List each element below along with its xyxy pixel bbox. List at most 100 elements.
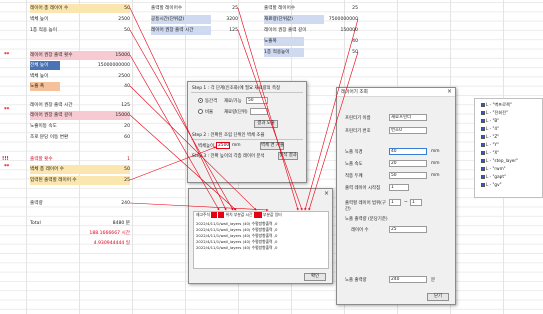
tree-item-label: L - "gv" [486,182,502,187]
sheet-value[interactable]: 40 [320,37,358,46]
log-col-time: 시간 [245,212,253,217]
sheet-value[interactable]: 50 [100,4,130,13]
sheet-cell[interactable]: 벽체 높이 [30,15,90,24]
tree-item[interactable]: L - "gv" [481,181,502,188]
range-start-input[interactable]: 1 [389,199,401,206]
sheet-cell[interactable]: 레이어 권장 출력 깊이 [264,26,324,35]
nozzle-output-input[interactable]: 240 [389,276,427,283]
tree-item[interactable]: L - "X" [481,149,499,156]
tree-item[interactable]: L - "gapt" [481,173,506,180]
tree-item[interactable]: L - "벽프로젝" [481,101,512,108]
log-dialog: × 재고주석 위치 부분값 시간 부분값 잉터 2022/4/11/1/wall… [188,188,333,284]
sheet-cell[interactable]: 레이어 권장 출력 시간 [151,26,211,35]
material-label: 재료/가능 [224,99,242,104]
sheet-cell[interactable]: 전체 높이 [30,61,60,70]
radio-even[interactable] [198,98,203,103]
sheet-value[interactable]: 20 [100,122,130,131]
sheet-value[interactable]: 50 [320,48,358,57]
sheet-value[interactable]: 15000000000 [62,61,130,70]
sheet-cell[interactable]: 노즐이동 속도 [30,122,90,131]
field-label: 출력할 레이어 범위(구간) [345,201,386,212]
sheet-value[interactable]: 50 [100,165,130,174]
sheet-value[interactable]: 125 [212,26,238,35]
log-list[interactable]: 재고주석 위치 부분값 시간 부분값 잉터 2022/4/11/1/wall_l… [193,211,329,269]
sheet-cell[interactable]: 노즐폭 [264,37,304,46]
sheet-cell[interactable]: 공동시간(단위값) [151,15,211,24]
sheet-value[interactable]: 150000 [320,26,358,35]
marker-required-2: ** [4,107,10,113]
material-input[interactable]: 50 [246,97,268,104]
range-end-input[interactable]: 1 [410,199,422,206]
sheet-value[interactable]: 40 [100,82,130,91]
sheet-cell[interactable]: Total [30,219,70,228]
sheet-value[interactable]: 125 [100,101,130,110]
sheet-value[interactable]: 3200 [212,15,238,24]
sheet-cell[interactable]: 1층 적용 높이 [30,26,90,35]
sheet-value[interactable]: 2500 [100,15,130,24]
tree-item-label: L - "Y" [486,142,499,147]
radio-ratio-label: 비율 [205,110,214,115]
sheet-value[interactable]: 2500 [100,72,130,81]
checkbox-icon[interactable] [481,135,485,139]
sheet-value[interactable]: 50 [100,26,130,35]
tree-item-label: L - "B" [486,118,500,123]
radio-ratio[interactable] [198,109,203,114]
sheet-value[interactable]: 240 [100,199,130,208]
sheet-cell[interactable]: 레이어 권장 출력 시간 [30,101,100,110]
checkbox-icon[interactable] [481,175,485,179]
material-unit-input[interactable] [250,108,268,115]
close-icon[interactable]: × [447,88,452,95]
sheet-value[interactable]: 15000 [100,51,130,60]
tree-item[interactable]: L - "4" [481,125,499,132]
checkbox-icon[interactable] [481,143,485,147]
tree-item[interactable]: L - "전회전" [481,109,508,116]
sheet-value[interactable]: 25 [320,4,358,13]
sheet-cell[interactable]: 재료량(단위값) [264,15,324,24]
sheet-cell[interactable]: 출력할 레이어수 [264,4,324,13]
highlight-box [211,212,218,218]
calc-button[interactable]: 결과 도출 [254,120,278,128]
sheet-value[interactable]: 8480 분 [90,219,130,228]
layer-count-input[interactable]: 25 [389,226,427,233]
analyze-button[interactable]: 분석 결과 [278,152,298,160]
sheet-cell[interactable]: 노즐 폭 [30,82,60,91]
checkbox-icon[interactable] [481,167,485,171]
checkbox-icon[interactable] [481,103,485,107]
highlight-box [253,212,262,218]
tree-item[interactable]: L - "Z" [481,133,499,140]
sheet-cell[interactable]: 출력할 레이어수 [151,4,211,13]
nozzle-diameter-input[interactable]: 40 [389,148,427,155]
tree-item[interactable]: L - "Y" [481,141,499,148]
checkbox-icon[interactable] [481,127,485,131]
log-ok-button[interactable]: 확인 [304,273,326,281]
checkbox-icon[interactable] [481,151,485,155]
sheet-value[interactable]: 60 [100,133,130,142]
checkbox-icon[interactable] [481,159,485,163]
printer-name-input[interactable]: 재료프린터 [389,114,427,121]
close-button[interactable]: 닫기 [427,293,449,301]
sheet-cell[interactable]: 출력할 횟수 [30,155,90,164]
sheet-value[interactable]: 25 [212,4,238,13]
sheet-value[interactable]: 1 [100,155,130,164]
nozzle-speed-input[interactable]: 20 [389,160,427,167]
tree-item-label: L - "Z" [486,134,500,139]
checkbox-icon[interactable] [481,119,485,123]
layer-thickness-input[interactable]: 50 [389,172,427,179]
sheet-cell[interactable]: 벽체 높이 [30,72,90,81]
layer-start-input[interactable]: 1 [389,184,409,191]
sheet-value[interactable]: 25 [100,176,130,185]
height-input[interactable]: 2500 [216,142,230,149]
sheet-cell[interactable]: 조로 분당 이동 변환 [30,133,100,142]
checkbox-icon[interactable] [481,111,485,115]
sheet-value[interactable]: 15000 [100,111,130,120]
printer-number-input[interactable]: 번호0 [389,127,427,134]
tree-item[interactable]: L - "step_layer" [481,157,518,164]
checkbox-icon[interactable] [481,183,485,187]
sheet-cell[interactable]: 출력량 [30,199,70,208]
close-icon[interactable]: × [324,190,329,197]
tree-item[interactable]: L - "B" [481,117,499,124]
sheet-cell[interactable]: 1층 적용높이 [264,48,304,57]
tree-item[interactable]: L - "rwm" [481,165,506,172]
extract-button[interactable]: 벽체 면 계출 [260,142,284,150]
sheet-value[interactable]: 7500000000 [320,15,358,24]
